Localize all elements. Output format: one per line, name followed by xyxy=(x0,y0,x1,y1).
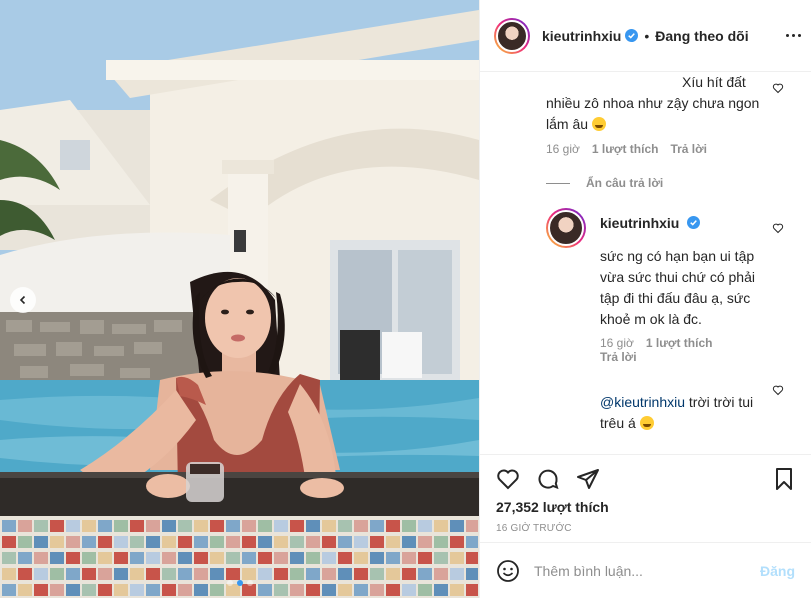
grinning-emoji-icon xyxy=(639,416,654,430)
reply-text-line: tập đi thi đấu đâu ạ, sức xyxy=(600,290,751,306)
comment-input[interactable] xyxy=(534,562,760,579)
avatar[interactable] xyxy=(494,17,530,54)
instagram-post-dialog: kieutrinhxiu • Đang theo dõi Xíu hít đất… xyxy=(0,0,811,598)
reply-reply-button[interactable]: Trả lời xyxy=(600,350,637,364)
comment-meta: 16 giờ 1 lượt thích Trả lời xyxy=(546,142,707,156)
reply-avatar[interactable] xyxy=(546,208,586,248)
mention-reply-line: trêu á xyxy=(600,413,654,434)
avatar-image xyxy=(496,19,528,52)
divider-line xyxy=(546,182,570,184)
verified-badge-icon xyxy=(625,29,639,42)
carousel-prev-button[interactable] xyxy=(10,287,36,313)
chevron-left-icon xyxy=(19,295,26,305)
post-photo[interactable] xyxy=(0,0,479,598)
grinning-emoji-icon xyxy=(591,117,606,131)
photo-scene xyxy=(0,0,479,598)
reply-username[interactable]: kieutrinhxiu xyxy=(600,215,679,231)
comment-composer: Đăng xyxy=(480,542,811,598)
verified-badge-icon xyxy=(687,216,701,229)
like-count[interactable]: 27,352 lượt thích xyxy=(496,499,609,515)
carousel-dot-active xyxy=(236,580,243,586)
hide-replies-button[interactable]: Ẩn câu trả lời xyxy=(546,176,663,190)
comment-text-line: nhiều zô nhoa như zậy chưa ngon xyxy=(546,95,760,111)
comment-reply-button[interactable]: Trả lời xyxy=(670,142,707,156)
reply-meta: 16 giờ 1 lượt thích xyxy=(600,336,712,350)
carousel-dot xyxy=(226,580,233,586)
reply-text-line: sức ng có hạn bạn ui tập xyxy=(600,248,755,264)
reply-like-count[interactable]: 1 lượt thích xyxy=(646,336,713,350)
comment-text-fragment: lắm âu xyxy=(546,116,589,132)
heart-icon[interactable] xyxy=(496,467,520,491)
hide-replies-label: Ẩn câu trả lời xyxy=(586,176,664,190)
following-button[interactable]: Đang theo dõi xyxy=(655,28,748,44)
comment-text-line: Xíu hít đất xyxy=(682,74,746,90)
reply-meta-second-line: Trả lời xyxy=(600,350,637,364)
username-link[interactable]: kieutrinhxiu xyxy=(542,28,621,44)
emoji-picker-icon[interactable] xyxy=(496,559,520,583)
reply-text-line: khoẻ m ok là đc. xyxy=(600,311,702,327)
reply-text-line: vừa sức thui chứ có phải xyxy=(600,269,755,285)
carousel-indicator xyxy=(0,580,479,586)
reply-username-link: kieutrinhxiu xyxy=(600,215,701,231)
mention-reply-text: trêu á xyxy=(600,415,636,431)
comment-like-count[interactable]: 1 lượt thích xyxy=(592,142,659,156)
comment-icon[interactable] xyxy=(536,467,560,491)
comment-like-heart-icon[interactable] xyxy=(772,222,784,234)
more-options-icon[interactable] xyxy=(786,34,801,37)
carousel-dot xyxy=(246,580,253,586)
post-timestamp: 16 GIỜ TRƯỚC xyxy=(496,523,572,534)
share-icon[interactable] xyxy=(576,467,600,491)
mention-link[interactable]: @kieutrinhxiu xyxy=(600,394,685,410)
comment-like-heart-icon[interactable] xyxy=(772,384,784,396)
post-actions: 27,352 lượt thích 16 GIỜ TRƯỚC xyxy=(480,454,811,542)
mention-reply-line: @kieutrinhxiu trời trời tui xyxy=(600,392,753,413)
post-comment-button[interactable]: Đăng xyxy=(760,563,795,579)
mention-reply-text: trời trời tui xyxy=(685,394,754,410)
comment-like-heart-icon[interactable] xyxy=(772,82,784,94)
post-header: kieutrinhxiu • Đang theo dõi xyxy=(480,0,811,72)
header-separator: • xyxy=(644,27,650,44)
avatar-image xyxy=(548,210,584,246)
post-sidebar: kieutrinhxiu • Đang theo dõi Xíu hít đất… xyxy=(479,0,811,598)
comment-thread: Xíu hít đất nhiều zô nhoa như zậy chưa n… xyxy=(480,72,811,454)
reply-age: 16 giờ xyxy=(600,336,634,350)
comment-age: 16 giờ xyxy=(546,142,580,156)
bookmark-icon[interactable] xyxy=(772,467,796,491)
comment-text-line: lắm âu xyxy=(546,114,606,135)
